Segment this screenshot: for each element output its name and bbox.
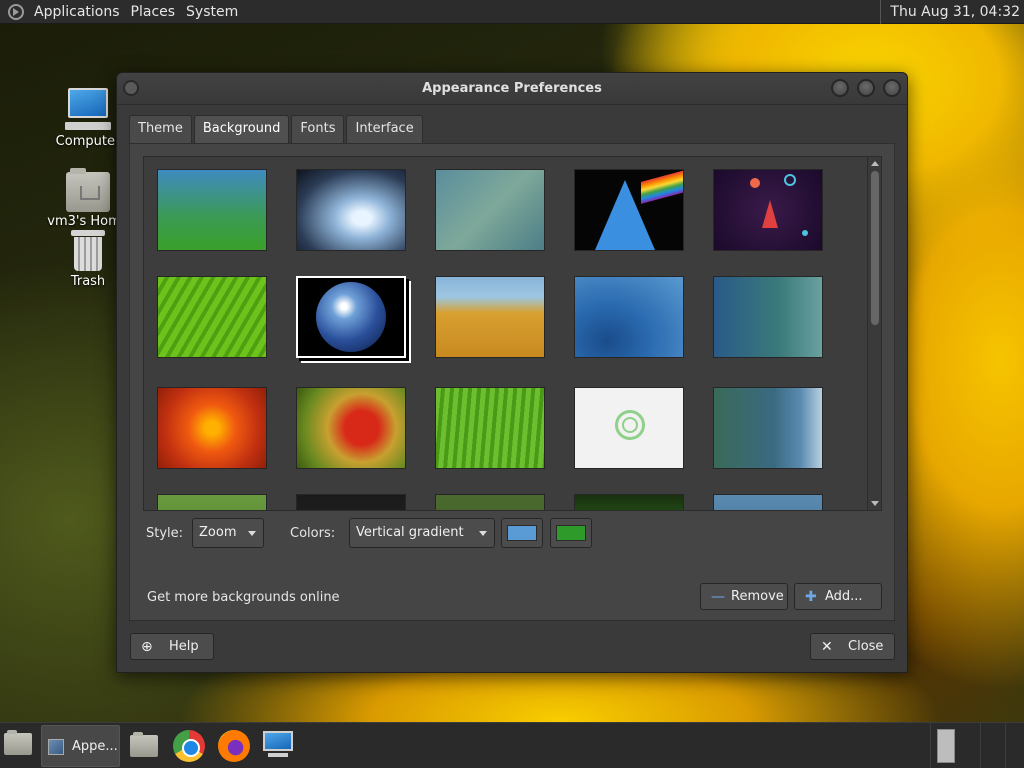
wallpaper-thumbnail[interactable] bbox=[574, 494, 684, 510]
chrome-icon bbox=[173, 730, 205, 762]
remove-button-label: Remove bbox=[731, 589, 784, 604]
launcher-chrome[interactable] bbox=[173, 730, 205, 768]
close-button[interactable]: ✕ Close bbox=[810, 633, 895, 660]
wallpaper-thumbnail[interactable] bbox=[296, 387, 406, 469]
add-button[interactable]: ✚ Add... bbox=[794, 583, 882, 610]
colors-label: Colors: bbox=[290, 526, 336, 541]
folder-icon bbox=[130, 732, 158, 757]
add-button-label: Add... bbox=[825, 589, 863, 604]
secondary-color-button[interactable] bbox=[550, 518, 592, 548]
tab-interface[interactable]: Interface bbox=[346, 115, 423, 143]
taskbar-separator bbox=[930, 723, 931, 768]
style-label: Style: bbox=[146, 526, 184, 541]
scroll-down-icon[interactable] bbox=[871, 501, 879, 506]
launcher-terminal[interactable] bbox=[262, 731, 294, 768]
trash-icon bbox=[71, 230, 105, 272]
taskbar-window-label: Appe... bbox=[72, 739, 118, 754]
wallpaper-thumbnail[interactable] bbox=[574, 387, 684, 469]
wallpaper-thumbnail[interactable] bbox=[435, 276, 545, 358]
wallpaper-thumbnail[interactable] bbox=[713, 169, 823, 251]
wallpaper-thumbnail[interactable] bbox=[574, 276, 684, 358]
wallpaper-thumbnail[interactable] bbox=[713, 494, 823, 510]
menu-applications[interactable]: Applications bbox=[32, 4, 129, 20]
wallpaper-thumbnail[interactable] bbox=[157, 276, 267, 358]
launcher-firefox[interactable] bbox=[218, 730, 250, 768]
wallpaper-thumbnail[interactable] bbox=[713, 276, 823, 358]
distro-logo-icon[interactable] bbox=[8, 3, 24, 20]
show-desktop-button[interactable] bbox=[4, 730, 32, 768]
monitor-icon bbox=[262, 731, 294, 759]
clock[interactable]: Thu Aug 31, 04:32 bbox=[880, 0, 1024, 24]
wallpaper-thumbnail[interactable] bbox=[157, 494, 267, 510]
wallpaper-thumbnail[interactable] bbox=[713, 387, 823, 469]
workspace-switcher[interactable] bbox=[937, 729, 955, 763]
wallpaper-thumbnail[interactable] bbox=[296, 276, 406, 358]
primary-color-swatch bbox=[507, 525, 537, 541]
home-folder-icon bbox=[66, 168, 110, 212]
style-dropdown-value: Zoom bbox=[199, 525, 237, 540]
background-tab-panel: Style: Zoom Colors: Vertical gradient Ge… bbox=[129, 143, 895, 621]
taskbar: Appe... bbox=[0, 722, 1024, 768]
taskbar-separator bbox=[1005, 723, 1006, 768]
top-panel: Applications Places System Thu Aug 31, 0… bbox=[0, 0, 1024, 24]
secondary-color-swatch bbox=[556, 525, 586, 541]
window-title: Appearance Preferences bbox=[422, 81, 602, 96]
help-button[interactable]: ⊕ Help bbox=[130, 633, 214, 660]
wallpaper-thumbnail[interactable] bbox=[574, 169, 684, 251]
menu-system[interactable]: System bbox=[184, 4, 247, 20]
show-desktop-icon bbox=[4, 730, 32, 755]
colors-dropdown-value: Vertical gradient bbox=[356, 525, 464, 540]
chevron-down-icon bbox=[248, 531, 256, 536]
wallpaper-thumbnail[interactable] bbox=[435, 494, 545, 510]
wallpaper-thumbnail[interactable] bbox=[157, 387, 267, 469]
close-window-button[interactable] bbox=[883, 79, 901, 97]
colors-dropdown[interactable]: Vertical gradient bbox=[349, 518, 495, 548]
scrollbar-thumb[interactable] bbox=[871, 171, 879, 325]
chevron-down-icon bbox=[479, 531, 487, 536]
gallery-scrollbar[interactable] bbox=[867, 157, 881, 510]
get-more-backgrounds-link[interactable]: Get more backgrounds online bbox=[147, 590, 340, 605]
firefox-icon bbox=[218, 730, 250, 762]
remove-button[interactable]: — Remove bbox=[700, 583, 788, 610]
appearance-app-icon bbox=[48, 739, 64, 755]
appearance-preferences-window: Appearance Preferences Theme Background … bbox=[116, 72, 908, 673]
tab-theme[interactable]: Theme bbox=[129, 115, 192, 143]
minimize-button[interactable] bbox=[831, 79, 849, 97]
computer-icon bbox=[65, 88, 111, 132]
launcher-file-manager[interactable] bbox=[130, 732, 158, 768]
wallpaper-gallery[interactable] bbox=[143, 156, 882, 511]
wallpaper-thumbnail[interactable] bbox=[435, 387, 545, 469]
primary-color-button[interactable] bbox=[501, 518, 543, 548]
help-button-label: Help bbox=[169, 639, 199, 654]
wallpaper-thumbnail[interactable] bbox=[435, 169, 545, 251]
maximize-button[interactable] bbox=[857, 79, 875, 97]
taskbar-separator bbox=[980, 723, 981, 768]
menu-places[interactable]: Places bbox=[129, 4, 185, 20]
plus-icon: ✚ bbox=[805, 589, 817, 605]
tab-background[interactable]: Background bbox=[193, 115, 290, 143]
minus-icon: — bbox=[711, 589, 725, 605]
help-lifebuoy-icon: ⊕ bbox=[141, 639, 153, 655]
close-icon: ✕ bbox=[821, 639, 833, 655]
close-button-label: Close bbox=[848, 639, 884, 654]
tab-bar: Theme Background Fonts Interface bbox=[129, 115, 425, 143]
title-bar[interactable]: Appearance Preferences bbox=[117, 73, 907, 105]
taskbar-window-appearance[interactable]: Appe... bbox=[41, 725, 120, 767]
wallpaper-thumbnail[interactable] bbox=[296, 494, 406, 510]
wallpaper-thumbnail[interactable] bbox=[157, 169, 267, 251]
scroll-up-icon[interactable] bbox=[871, 161, 879, 166]
wallpaper-thumbnail[interactable] bbox=[296, 169, 406, 251]
style-dropdown[interactable]: Zoom bbox=[192, 518, 264, 548]
tab-fonts[interactable]: Fonts bbox=[291, 115, 345, 143]
